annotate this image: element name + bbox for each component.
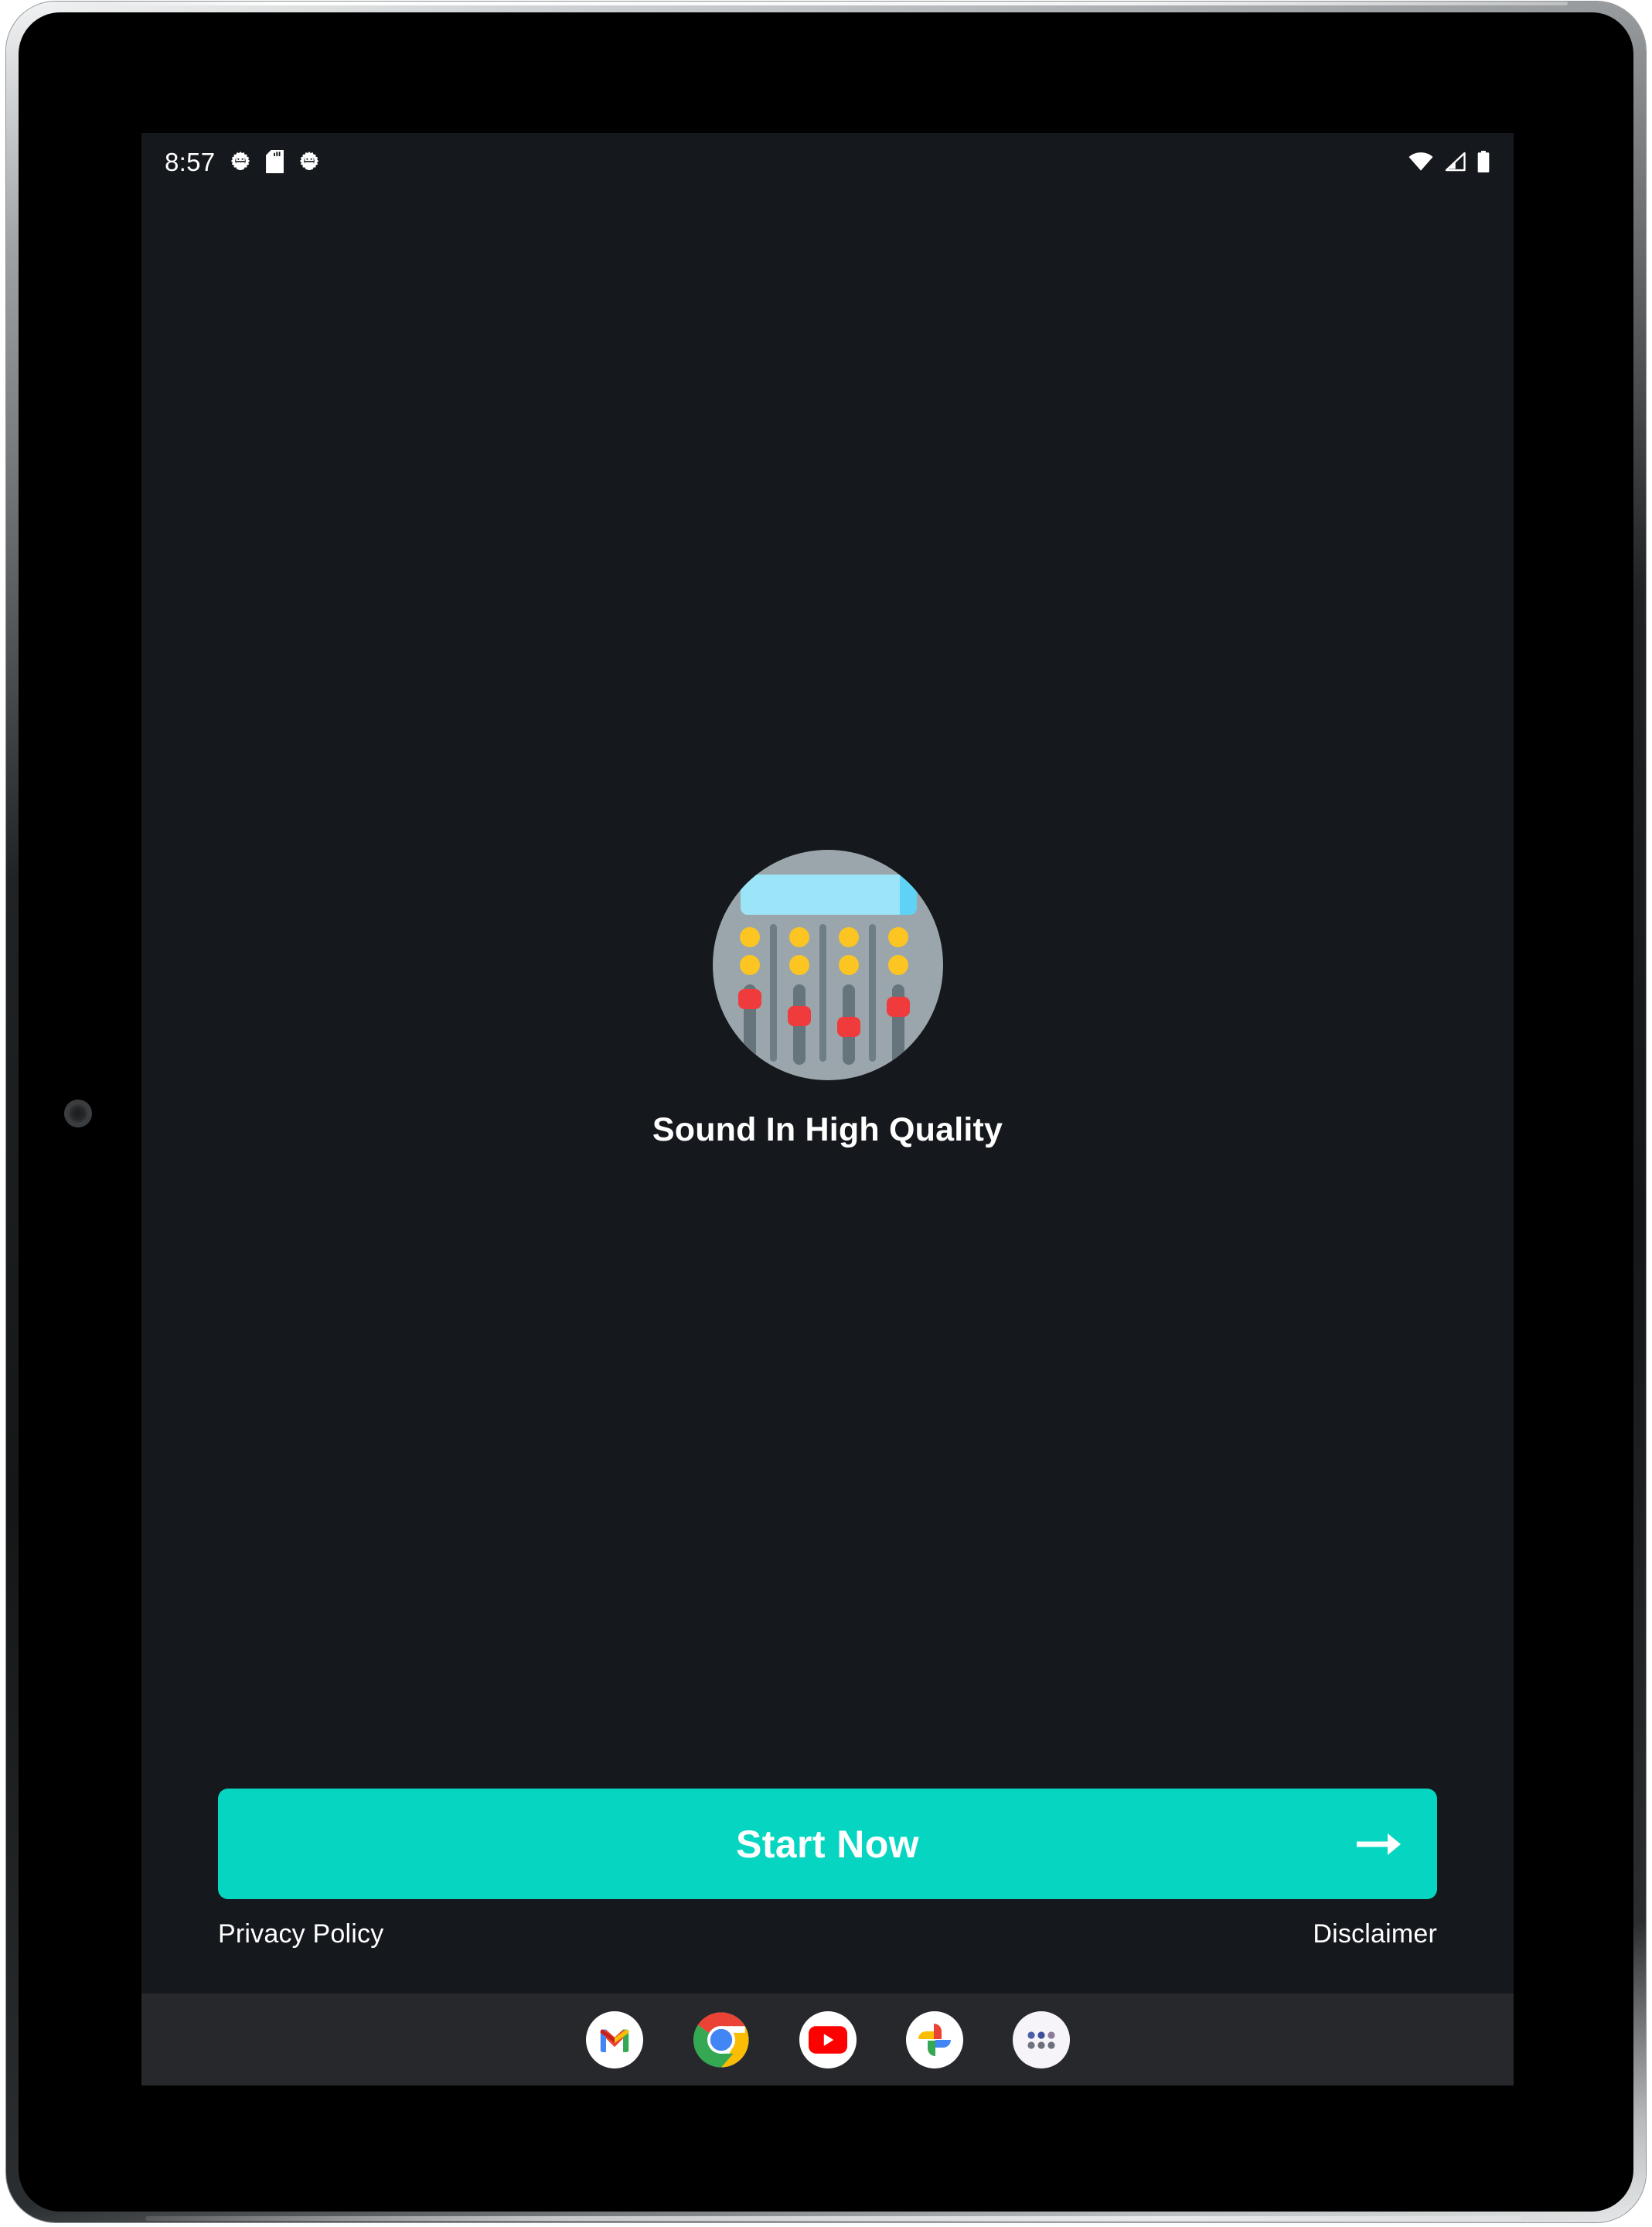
privacy-policy-link[interactable]: Privacy Policy [218, 1919, 383, 1949]
equalizer-display-bar [740, 874, 917, 915]
disclaimer-link[interactable]: Disclaimer [1313, 1919, 1437, 1949]
dock-item-youtube[interactable] [799, 2010, 857, 2068]
screenshot-stage: 8:57 Sound In High Quality Start Now Pri… [0, 0, 1652, 2227]
front-camera-lens-icon [64, 1100, 92, 1127]
equalizer-divider [819, 923, 826, 1062]
dock-item-gmail[interactable] [585, 2010, 643, 2068]
app-screen: 8:57 Sound In High Quality Start Now Pri… [141, 133, 1514, 2085]
equalizer-led-icon [789, 954, 809, 975]
equalizer-slider-thumb [737, 988, 761, 1009]
dock-item-app-drawer[interactable] [1012, 2010, 1070, 2068]
page-title: Sound In High Quality [652, 1110, 1003, 1148]
start-now-button[interactable]: Start Now [218, 1789, 1437, 1899]
arrow-right-icon [1355, 1830, 1403, 1858]
equalizer-led-icon [838, 926, 859, 947]
equalizer-led-icon [838, 954, 859, 975]
start-now-label: Start Now [736, 1822, 919, 1866]
equalizer-led-icon [887, 926, 908, 947]
system-dock [141, 1993, 1514, 2085]
equalizer-slider-thumb [836, 1016, 860, 1037]
equalizer-led-icon [739, 926, 760, 947]
equalizer-divider [769, 923, 777, 1062]
equalizer-led-icon [739, 954, 760, 975]
dock-item-google-photos[interactable] [905, 2010, 963, 2068]
footer-links: Privacy Policy Disclaimer [218, 1919, 1437, 1949]
equalizer-divider [868, 923, 876, 1062]
dock-item-chrome[interactable] [693, 2011, 750, 2068]
frame-top-highlight [99, 2, 1568, 5]
equalizer-mixer-icon [712, 849, 943, 1080]
onboarding-hero: Sound In High Quality [141, 133, 1514, 1865]
equalizer-led-icon [789, 926, 809, 947]
equalizer-slider-thumb [886, 996, 910, 1017]
equalizer-led-icon [887, 954, 908, 975]
frame-bottom-highlight [145, 2216, 1521, 2221]
equalizer-slider-thumb [787, 1005, 811, 1026]
